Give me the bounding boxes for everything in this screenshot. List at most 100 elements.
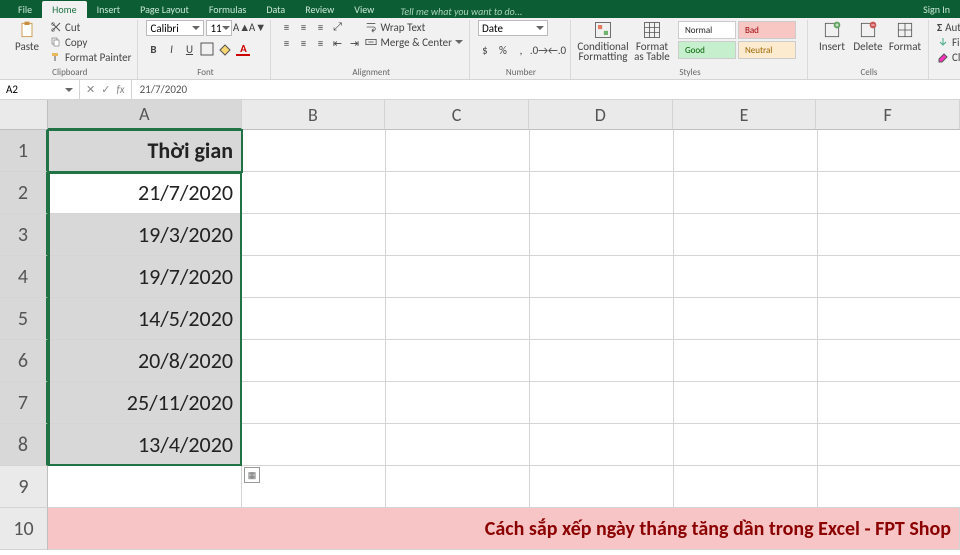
align-top-button[interactable]: ≡: [279, 20, 293, 34]
formula-input[interactable]: 21/7/2020: [132, 80, 960, 99]
paste-button[interactable]: Paste: [8, 20, 46, 52]
cell-f1[interactable]: [818, 130, 960, 172]
cell-b8[interactable]: [242, 424, 386, 466]
row-header-5[interactable]: 5: [0, 298, 48, 340]
conditional-formatting-button[interactable]: Conditional Formatting: [579, 20, 627, 62]
tab-pagelayout[interactable]: Page Layout: [130, 1, 199, 18]
cell-a9[interactable]: [48, 466, 242, 508]
italic-button[interactable]: I: [164, 42, 178, 56]
col-header-b[interactable]: B: [242, 100, 386, 130]
borders-button[interactable]: [200, 42, 214, 56]
cell-a7[interactable]: 25/11/2020: [48, 382, 242, 424]
fill-color-button[interactable]: [218, 42, 232, 56]
col-header-a[interactable]: A: [48, 100, 242, 130]
fx-icon[interactable]: fx: [116, 83, 124, 96]
col-header-d[interactable]: D: [529, 100, 673, 130]
row-header-3[interactable]: 3: [0, 214, 48, 256]
percent-button[interactable]: %: [496, 43, 510, 57]
cell-banner[interactable]: Cách sắp xếp ngày tháng tăng dần trong E…: [48, 508, 960, 550]
cell-c1[interactable]: [386, 130, 530, 172]
format-cells-button[interactable]: Format: [888, 20, 922, 52]
cancel-formula-icon[interactable]: ✕: [86, 83, 95, 96]
tab-data[interactable]: Data: [256, 1, 295, 18]
tab-home[interactable]: Home: [42, 1, 86, 18]
tab-formulas[interactable]: Formulas: [199, 1, 256, 18]
cell-f4[interactable]: [818, 256, 960, 298]
cell-c6[interactable]: [386, 340, 530, 382]
style-neutral[interactable]: Neutral: [738, 41, 796, 59]
cell-b5[interactable]: [242, 298, 386, 340]
cell-a2[interactable]: 21/7/2020: [48, 172, 242, 214]
row-header-1[interactable]: 1: [0, 130, 48, 172]
row-header-6[interactable]: 6: [0, 340, 48, 382]
tab-review[interactable]: Review: [295, 1, 344, 18]
style-normal[interactable]: Normal: [678, 21, 736, 39]
autosum-button[interactable]: ΣAutoSum: [937, 20, 960, 34]
align-center-button[interactable]: ≡: [296, 36, 310, 50]
tab-insert[interactable]: Insert: [87, 1, 131, 18]
cell-c5[interactable]: [386, 298, 530, 340]
quick-analysis-button[interactable]: ▦: [244, 467, 260, 483]
accept-formula-icon[interactable]: ✓: [101, 83, 110, 96]
row-header-9[interactable]: 9: [0, 466, 48, 508]
col-header-e[interactable]: E: [673, 100, 817, 130]
format-as-table-button[interactable]: Format as Table: [631, 20, 673, 62]
orientation-button[interactable]: ⤢: [330, 20, 344, 34]
cell-b4[interactable]: [242, 256, 386, 298]
copy-button[interactable]: Copy: [50, 35, 131, 49]
select-all-corner[interactable]: [0, 100, 48, 130]
name-box[interactable]: A2: [0, 80, 80, 99]
row-header-2[interactable]: 2: [0, 172, 48, 214]
cell-d2[interactable]: [530, 172, 674, 214]
indent-dec-button[interactable]: ⇤: [330, 36, 344, 50]
cell-e6[interactable]: [674, 340, 818, 382]
cell-a3[interactable]: 19/3/2020: [48, 214, 242, 256]
shrink-font-button[interactable]: A▼: [250, 20, 264, 34]
cell-e4[interactable]: [674, 256, 818, 298]
cell-f7[interactable]: [818, 382, 960, 424]
cell-e5[interactable]: [674, 298, 818, 340]
cell-c7[interactable]: [386, 382, 530, 424]
cell-d5[interactable]: [530, 298, 674, 340]
number-format-dropdown[interactable]: Date: [478, 20, 548, 36]
col-header-c[interactable]: C: [385, 100, 529, 130]
cell-e3[interactable]: [674, 214, 818, 256]
wrap-text-button[interactable]: Wrap Text: [365, 20, 463, 34]
cell-d8[interactable]: [530, 424, 674, 466]
bold-button[interactable]: B: [146, 42, 160, 56]
cell-f8[interactable]: [818, 424, 960, 466]
cell-c9[interactable]: [386, 466, 530, 508]
row-header-8[interactable]: 8: [0, 424, 48, 466]
cell-b7[interactable]: [242, 382, 386, 424]
cell-e9[interactable]: [674, 466, 818, 508]
format-painter-button[interactable]: Format Painter: [50, 50, 131, 64]
row-header-7[interactable]: 7: [0, 382, 48, 424]
tell-me[interactable]: Tell me what you want to do...: [384, 5, 913, 18]
row-header-10[interactable]: 10: [0, 508, 48, 550]
col-header-f[interactable]: F: [816, 100, 960, 130]
indent-inc-button[interactable]: ⇥: [347, 36, 361, 50]
cell-c3[interactable]: [386, 214, 530, 256]
cell-f6[interactable]: [818, 340, 960, 382]
comma-button[interactable]: ,: [514, 43, 528, 57]
grow-font-button[interactable]: A▲: [234, 20, 248, 34]
cell-b2[interactable]: [242, 172, 386, 214]
cell-a1[interactable]: Thời gian: [48, 130, 242, 172]
align-bottom-button[interactable]: ≡: [313, 20, 327, 34]
inc-decimal-button[interactable]: .0→: [532, 43, 546, 57]
cell-d7[interactable]: [530, 382, 674, 424]
cell-b6[interactable]: [242, 340, 386, 382]
cell-f3[interactable]: [818, 214, 960, 256]
cell-d6[interactable]: [530, 340, 674, 382]
underline-button[interactable]: U: [182, 42, 196, 56]
clear-button[interactable]: Clear: [937, 50, 960, 64]
cell-f9[interactable]: [818, 466, 960, 508]
cell-f5[interactable]: [818, 298, 960, 340]
insert-cells-button[interactable]: Insert: [816, 20, 848, 52]
fill-button[interactable]: Fill: [937, 35, 960, 49]
cell-d4[interactable]: [530, 256, 674, 298]
merge-center-button[interactable]: Merge & Center: [365, 35, 463, 49]
cell-a8[interactable]: 13/4/2020: [48, 424, 242, 466]
cell-e1[interactable]: [674, 130, 818, 172]
cell-b1[interactable]: [242, 130, 386, 172]
